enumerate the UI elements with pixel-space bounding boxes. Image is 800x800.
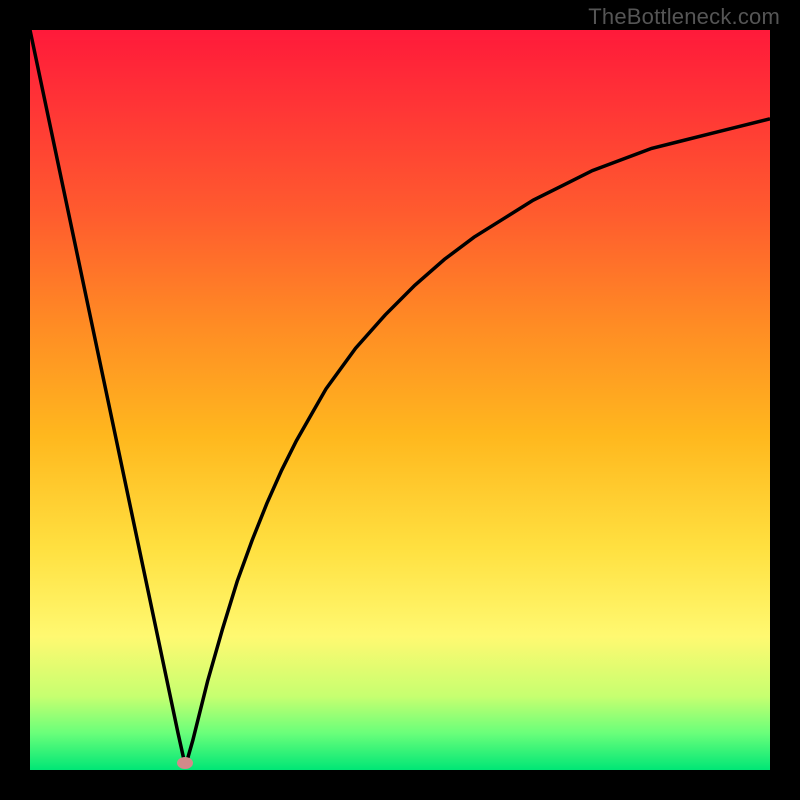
min-marker: [177, 757, 193, 769]
curve-left: [30, 30, 185, 766]
plot-area: [30, 30, 770, 770]
curve-svg: [30, 30, 770, 770]
watermark-text: TheBottleneck.com: [588, 4, 780, 30]
chart-container: TheBottleneck.com: [0, 0, 800, 800]
curve-right: [185, 119, 770, 767]
